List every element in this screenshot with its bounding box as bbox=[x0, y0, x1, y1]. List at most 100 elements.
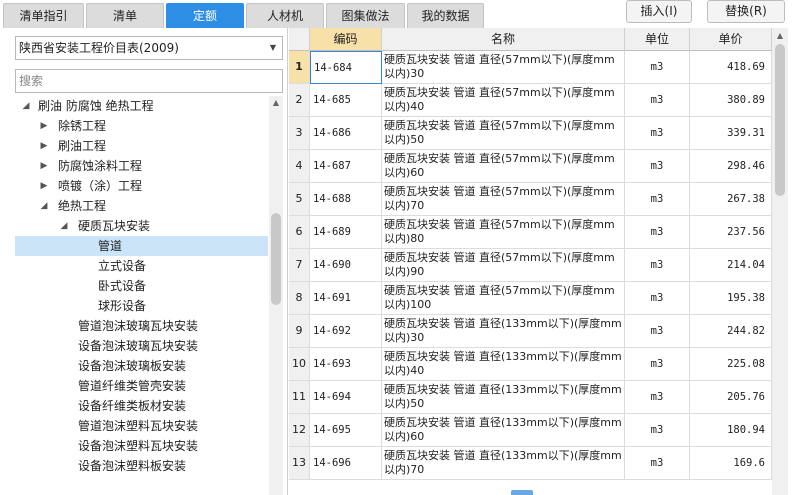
row-number[interactable]: 5 bbox=[289, 183, 310, 216]
cell-unit[interactable]: m3 bbox=[625, 216, 690, 249]
tree-node[interactable]: ◢ 硬质瓦块安装 bbox=[15, 216, 268, 236]
cell-price[interactable]: 180.94 bbox=[690, 414, 772, 447]
library-select[interactable]: 陕西省安装工程价目表(2009) ▼ bbox=[15, 36, 283, 60]
tree-node[interactable]: 卧式设备 bbox=[15, 276, 268, 296]
tree-node-selected[interactable]: 管道 bbox=[15, 236, 268, 256]
collapsed-arrow-icon[interactable]: ▶ bbox=[38, 156, 50, 176]
cell-code[interactable]: 14-694 bbox=[310, 381, 382, 414]
cell-price[interactable]: 244.82 bbox=[690, 315, 772, 348]
row-number[interactable]: 11 bbox=[289, 381, 310, 414]
cell-unit[interactable]: m3 bbox=[625, 414, 690, 447]
cell-code[interactable]: 14-684 bbox=[310, 51, 382, 84]
row-number[interactable]: 3 bbox=[289, 117, 310, 150]
cell-name[interactable]: 硬质瓦块安装 管道 直径(57mm以下)(厚度mm以内)90 bbox=[382, 249, 625, 282]
cell-unit[interactable]: m3 bbox=[625, 315, 690, 348]
cell-unit[interactable]: m3 bbox=[625, 348, 690, 381]
tree-node[interactable]: ▶ 刷油工程 bbox=[15, 136, 268, 156]
cell-name[interactable]: 硬质瓦块安装 管道 直径(133mm以下)(厚度mm以内)70 bbox=[382, 447, 625, 480]
expanded-arrow-icon[interactable]: ◢ bbox=[38, 196, 50, 216]
tree-node[interactable]: ▶ 喷镀（涂）工程 bbox=[15, 176, 268, 196]
insert-button[interactable]: 插入(I) bbox=[626, 0, 692, 23]
tree-node[interactable]: 管道泡沫塑料瓦块安装 bbox=[15, 416, 268, 436]
cell-name[interactable]: 硬质瓦块安装 管道 直径(133mm以下)(厚度mm以内)30 bbox=[382, 315, 625, 348]
cell-price[interactable]: 225.08 bbox=[690, 348, 772, 381]
tree-node[interactable]: ◢ 刷油 防腐蚀 绝热工程 bbox=[15, 96, 268, 116]
cell-code[interactable]: 14-687 bbox=[310, 150, 382, 183]
tab-labor-material-machine[interactable]: 人材机 bbox=[246, 3, 324, 28]
tree-node[interactable]: ▶ 防腐蚀涂料工程 bbox=[15, 156, 268, 176]
column-header-code[interactable]: 编码 bbox=[310, 28, 382, 51]
row-number[interactable]: 13 bbox=[289, 447, 310, 480]
replace-button[interactable]: 替换(R) bbox=[707, 0, 785, 23]
cell-unit[interactable]: m3 bbox=[625, 447, 690, 480]
cell-price[interactable]: 214.04 bbox=[690, 249, 772, 282]
column-header-price[interactable]: 单价 bbox=[690, 28, 772, 51]
tree-node[interactable]: 设备泡沫玻璃瓦块安装 bbox=[15, 336, 268, 356]
cell-name[interactable]: 硬质瓦块安装 管道 直径(57mm以下)(厚度mm以内)100 bbox=[382, 282, 625, 315]
collapsed-arrow-icon[interactable]: ▶ bbox=[38, 176, 50, 196]
cell-unit[interactable]: m3 bbox=[625, 150, 690, 183]
cell-unit[interactable]: m3 bbox=[625, 84, 690, 117]
cell-code[interactable]: 14-686 bbox=[310, 117, 382, 150]
collapsed-arrow-icon[interactable]: ▶ bbox=[38, 136, 50, 156]
cell-unit[interactable]: m3 bbox=[625, 249, 690, 282]
row-number[interactable]: 6 bbox=[289, 216, 310, 249]
tree-node[interactable]: 设备泡沫塑料板安装 bbox=[15, 456, 268, 476]
grid-scrollbar-thumb[interactable] bbox=[775, 44, 785, 196]
tab-quota[interactable]: 定额 bbox=[166, 3, 244, 28]
cell-unit[interactable]: m3 bbox=[625, 381, 690, 414]
cell-price[interactable]: 380.89 bbox=[690, 84, 772, 117]
tree-scrollbar[interactable]: ▲ bbox=[269, 96, 283, 495]
collapsed-arrow-icon[interactable]: ▶ bbox=[38, 116, 50, 136]
tree-node[interactable]: ◢ 绝热工程 bbox=[15, 196, 268, 216]
cell-name[interactable]: 硬质瓦块安装 管道 直径(57mm以下)(厚度mm以内)40 bbox=[382, 84, 625, 117]
expanded-arrow-icon[interactable]: ◢ bbox=[58, 216, 70, 236]
scroll-up-icon[interactable]: ▲ bbox=[772, 30, 788, 42]
tree-node[interactable]: 设备纤维类板材安装 bbox=[15, 396, 268, 416]
row-number[interactable]: 7 bbox=[289, 249, 310, 282]
cell-code[interactable]: 14-696 bbox=[310, 447, 382, 480]
cell-code[interactable]: 14-692 bbox=[310, 315, 382, 348]
tree-node[interactable]: 管道纤维类管壳安装 bbox=[15, 376, 268, 396]
cell-name[interactable]: 硬质瓦块安装 管道 直径(133mm以下)(厚度mm以内)60 bbox=[382, 414, 625, 447]
cell-unit[interactable]: m3 bbox=[625, 183, 690, 216]
cell-price[interactable]: 339.31 bbox=[690, 117, 772, 150]
column-header-name[interactable]: 名称 bbox=[382, 28, 625, 51]
grid-scrollbar[interactable]: ▲ bbox=[772, 28, 788, 495]
cell-price[interactable]: 205.76 bbox=[690, 381, 772, 414]
panel-resize-grip[interactable] bbox=[511, 490, 533, 495]
tree-scrollbar-thumb[interactable] bbox=[271, 213, 281, 305]
row-number[interactable]: 12 bbox=[289, 414, 310, 447]
cell-name[interactable]: 硬质瓦块安装 管道 直径(57mm以下)(厚度mm以内)50 bbox=[382, 117, 625, 150]
tree-node[interactable]: 立式设备 bbox=[15, 256, 268, 276]
expanded-arrow-icon[interactable]: ◢ bbox=[20, 96, 32, 116]
tab-my-data[interactable]: 我的数据 bbox=[407, 3, 484, 28]
cell-price[interactable]: 195.38 bbox=[690, 282, 772, 315]
cell-price[interactable]: 298.46 bbox=[690, 150, 772, 183]
cell-code[interactable]: 14-685 bbox=[310, 84, 382, 117]
tab-bill-guide[interactable]: 清单指引 bbox=[3, 3, 84, 28]
cell-price[interactable]: 418.69 bbox=[690, 51, 772, 84]
row-number[interactable]: 10 bbox=[289, 348, 310, 381]
column-header-unit[interactable]: 单位 bbox=[625, 28, 690, 51]
cell-name[interactable]: 硬质瓦块安装 管道 直径(133mm以下)(厚度mm以内)40 bbox=[382, 348, 625, 381]
cell-name[interactable]: 硬质瓦块安装 管道 直径(57mm以下)(厚度mm以内)70 bbox=[382, 183, 625, 216]
cell-price[interactable]: 237.56 bbox=[690, 216, 772, 249]
cell-code[interactable]: 14-690 bbox=[310, 249, 382, 282]
cell-name[interactable]: 硬质瓦块安装 管道 直径(57mm以下)(厚度mm以内)80 bbox=[382, 216, 625, 249]
tab-bill[interactable]: 清单 bbox=[86, 3, 164, 28]
tree-node[interactable]: ▶ 除锈工程 bbox=[15, 116, 268, 136]
cell-code[interactable]: 14-693 bbox=[310, 348, 382, 381]
tab-atlas-method[interactable]: 图集做法 bbox=[326, 3, 405, 28]
scroll-up-icon[interactable]: ▲ bbox=[269, 96, 283, 110]
tree-node[interactable]: 设备泡沫玻璃板安装 bbox=[15, 356, 268, 376]
tree-node[interactable]: 管道泡沫玻璃瓦块安装 bbox=[15, 316, 268, 336]
search-input[interactable] bbox=[15, 69, 283, 93]
cell-price[interactable]: 267.38 bbox=[690, 183, 772, 216]
cell-name[interactable]: 硬质瓦块安装 管道 直径(133mm以下)(厚度mm以内)50 bbox=[382, 381, 625, 414]
cell-code[interactable]: 14-691 bbox=[310, 282, 382, 315]
tree-node[interactable]: 设备泡沫塑料瓦块安装 bbox=[15, 436, 268, 456]
row-number[interactable]: 8 bbox=[289, 282, 310, 315]
cell-unit[interactable]: m3 bbox=[625, 51, 690, 84]
cell-name[interactable]: 硬质瓦块安装 管道 直径(57mm以下)(厚度mm以内)30 bbox=[382, 51, 625, 84]
